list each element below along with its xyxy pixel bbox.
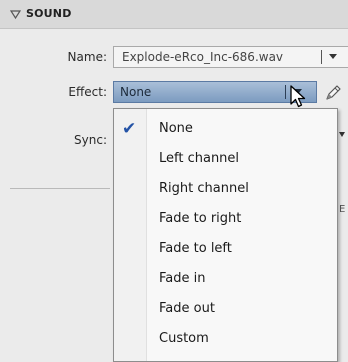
effect-dropdown-menu: ✔ None Left channel Right channel Fade t…	[113, 108, 338, 362]
section-divider	[10, 188, 110, 189]
sound-section-header[interactable]: SOUND	[0, 0, 348, 29]
name-label: Name:	[67, 50, 107, 64]
menu-item-fade-in[interactable]: Fade in	[114, 266, 337, 292]
section-title: SOUND	[26, 7, 72, 20]
dropdown-separator	[285, 85, 286, 99]
menu-item-right-channel[interactable]: Right channel	[114, 176, 337, 202]
menu-item-label: Fade to left	[159, 241, 232, 256]
sound-name-dropdown[interactable]: Explode-eRco_Inc-686.wav	[113, 46, 348, 68]
checkmark-icon: ✔	[122, 119, 137, 139]
menu-item-label: Right channel	[159, 181, 249, 196]
partial-text: E	[339, 204, 346, 215]
menu-item-custom[interactable]: Custom	[114, 326, 337, 352]
effect-label: Effect:	[68, 85, 107, 99]
menu-item-label: Left channel	[159, 151, 240, 166]
menu-item-label: Fade in	[159, 271, 206, 286]
triangle-down-icon[interactable]	[10, 9, 21, 20]
effect-dropdown[interactable]: None	[113, 81, 317, 103]
menu-item-none[interactable]: ✔ None	[114, 116, 337, 142]
menu-item-label: Fade to right	[159, 211, 242, 226]
pencil-icon[interactable]	[322, 82, 344, 104]
menu-item-label: Fade out	[159, 301, 215, 316]
menu-item-label: Custom	[159, 331, 209, 346]
menu-item-fade-to-right[interactable]: Fade to right	[114, 206, 337, 232]
menu-item-label: None	[159, 121, 193, 136]
mouse-pointer-icon	[290, 85, 306, 108]
chevron-down-icon[interactable]	[329, 54, 337, 59]
menu-item-fade-to-left[interactable]: Fade to left	[114, 236, 337, 262]
chevron-down-icon[interactable]	[339, 132, 345, 137]
properties-panel: SOUND Name: Explode-eRco_Inc-686.wav Eff…	[0, 0, 348, 362]
dropdown-separator	[321, 50, 322, 64]
menu-item-left-channel[interactable]: Left channel	[114, 146, 337, 172]
sync-label: Sync:	[74, 133, 107, 147]
menu-item-fade-out[interactable]: Fade out	[114, 296, 337, 322]
sound-name-value: Explode-eRco_Inc-686.wav	[122, 50, 284, 64]
effect-value: None	[120, 85, 152, 99]
